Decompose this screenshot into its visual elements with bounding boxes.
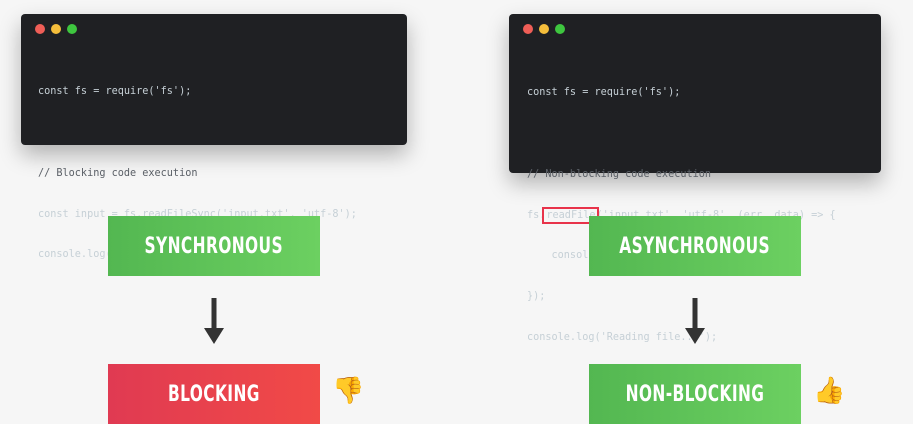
maximize-dot-icon: [67, 24, 77, 34]
down-arrow-icon: [204, 298, 224, 344]
thumbs-down-icon: 👎: [332, 376, 365, 406]
synchronous-label: SYNCHRONOUS: [144, 233, 284, 259]
blocking-label: BLOCKING: [168, 381, 260, 407]
non-blocking-box: NON-BLOCKING: [589, 364, 801, 424]
blocking-box: BLOCKING: [108, 364, 320, 424]
code-line: console.log('Reading file...');: [527, 331, 718, 343]
code-token: fs.: [527, 209, 546, 221]
code-window-blocking: const fs = require('fs'); // Blocking co…: [21, 14, 407, 260]
code-line: });: [527, 291, 546, 303]
synchronous-box: SYNCHRONOUS: [108, 216, 320, 276]
code-line: const fs = require('fs');: [38, 86, 192, 98]
non-blocking-label: NON-BLOCKING: [625, 381, 765, 407]
minimize-dot-icon: [539, 24, 549, 34]
thumbs-up-icon: 👍: [813, 376, 846, 406]
window-controls: [523, 24, 565, 34]
asynchronous-label: ASYNCHRONOUS: [619, 233, 771, 259]
asynchronous-box: ASYNCHRONOUS: [589, 216, 801, 276]
code-comment: // Non-blocking code execution: [527, 168, 712, 180]
maximize-dot-icon: [555, 24, 565, 34]
code-line: const fs = require('fs');: [527, 87, 681, 99]
window-controls: [35, 24, 77, 34]
down-arrow-icon: [685, 298, 705, 344]
code-comment: // Blocking code execution: [38, 167, 198, 179]
close-dot-icon: [523, 24, 533, 34]
code-window-non-blocking: const fs = require('fs'); // Non-blockin…: [509, 14, 881, 343]
minimize-dot-icon: [51, 24, 61, 34]
close-dot-icon: [35, 24, 45, 34]
